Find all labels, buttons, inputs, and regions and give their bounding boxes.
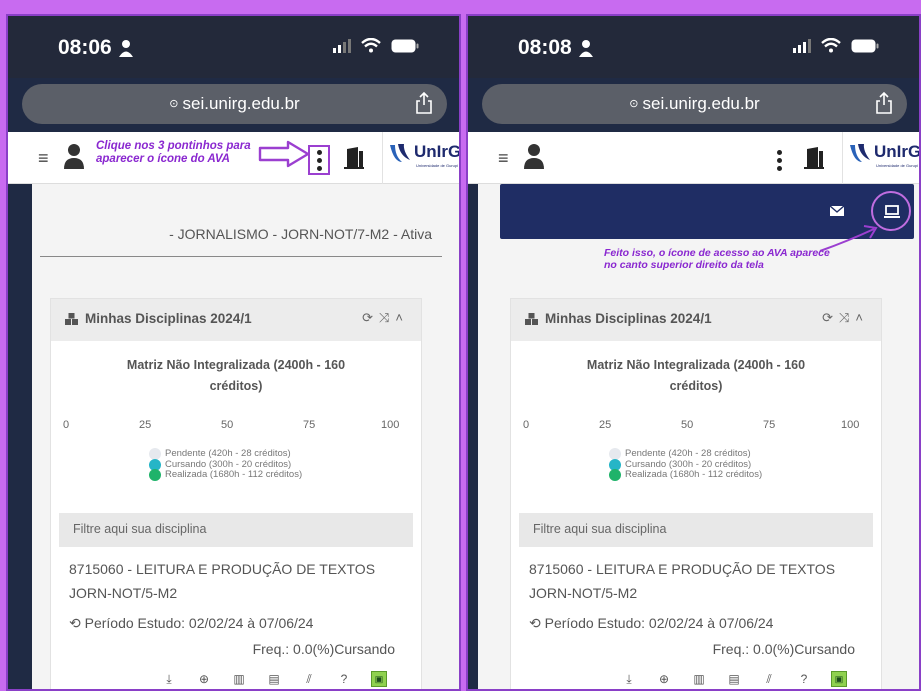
refresh-icon[interactable]: ⟳ xyxy=(362,310,379,325)
more-options-icon[interactable] xyxy=(308,145,330,175)
refresh-icon[interactable]: ⟳ xyxy=(822,310,839,325)
rss-icon[interactable]: ⫽ xyxy=(301,671,317,687)
rss-icon[interactable]: ⫽ xyxy=(761,671,777,687)
periodo-estudo: ⟲ Período Estudo: 02/02/24 à 07/06/24 xyxy=(69,615,314,631)
history-icon: ⟲ xyxy=(69,615,85,631)
frequencia: Freq.: 0.0(%)Cursando xyxy=(712,641,855,657)
user-icon[interactable] xyxy=(63,143,85,169)
history-icon: ⟲ xyxy=(529,615,545,631)
disciplinas-card: Minhas Disciplinas 2024/1 ⟳⤨˄ Matriz Não… xyxy=(510,298,882,689)
help-icon[interactable]: ? xyxy=(796,671,812,687)
book-icon[interactable]: ▥ xyxy=(231,671,247,687)
frequencia: Freq.: 0.0(%)Cursando xyxy=(252,641,395,657)
collapse-icon[interactable]: ˄ xyxy=(395,310,409,325)
more-options-icon[interactable] xyxy=(768,145,790,175)
unirg-logo-mark xyxy=(850,144,870,162)
disciplina-actions: ⤓ ⊕ ▥ ▤ ⫽ ? ▣ xyxy=(621,671,847,687)
laptop-ava-icon[interactable] xyxy=(884,205,900,219)
url-text: sei.unirg.edu.br xyxy=(182,94,300,113)
person-status-icon xyxy=(579,40,593,57)
address-bar[interactable]: ⊙ sei.unirg.edu.br xyxy=(22,84,447,124)
unirg-logo-mark xyxy=(390,144,410,162)
disciplina-actions: ⤓ ⊕ ▥ ▤ ⫽ ? ▣ xyxy=(161,671,387,687)
legend-item-realizada: Realizada (1680h - 112 créditos) xyxy=(149,469,302,481)
share-icon[interactable] xyxy=(875,92,893,114)
url-text: sei.unirg.edu.br xyxy=(642,94,760,113)
exit-door-icon[interactable] xyxy=(803,146,825,170)
boxes-icon xyxy=(525,313,538,325)
course-info: - JORNALISMO - JORN-NOT/7-M2 - Ativa xyxy=(169,226,432,242)
instruction-callout: Feito isso, o ícone de acesso ao AVA apa… xyxy=(604,247,830,271)
matrix-title: Matriz Não Integralizada (2400h - 160 cr… xyxy=(586,358,806,393)
signal-icon xyxy=(793,38,811,53)
compress-icon[interactable]: ⤨ xyxy=(379,310,395,325)
status-time: 08:08 xyxy=(518,36,572,59)
exit-door-icon[interactable] xyxy=(343,146,365,170)
disciplina-title: 8715060 - LEITURA E PRODUÇÃO DE TEXTOS J… xyxy=(69,561,376,601)
download-icon[interactable]: ⤓ xyxy=(621,671,637,687)
help-icon[interactable]: ? xyxy=(336,671,352,687)
unirg-logo: UnIrG Universidade de Gurupi xyxy=(388,140,459,178)
chart-legend: Pendente (420h - 28 créditos) Cursando (… xyxy=(609,448,762,481)
person-status-icon xyxy=(119,40,133,57)
share-icon[interactable] xyxy=(415,92,433,114)
user-icon[interactable] xyxy=(523,143,545,169)
compress-icon[interactable]: ⤨ xyxy=(839,310,855,325)
ava-board-icon[interactable]: ▣ xyxy=(371,671,387,687)
document-icon[interactable]: ▤ xyxy=(266,671,282,687)
signal-icon xyxy=(333,38,351,53)
matrix-title: Matriz Não Integralizada (2400h - 160 cr… xyxy=(126,358,346,393)
globe-icon[interactable]: ⊕ xyxy=(656,671,672,687)
status-bar: 08:06 xyxy=(8,16,459,78)
battery-icon xyxy=(851,39,879,52)
book-icon[interactable]: ▥ xyxy=(691,671,707,687)
arrow-right-icon xyxy=(258,140,310,168)
phone-screenshot-left: 08:06 ⊙ sei.unirg.edu.br ≡ UnIrG Universi… xyxy=(6,14,461,691)
download-icon[interactable]: ⤓ xyxy=(161,671,177,687)
divider xyxy=(40,256,442,257)
status-bar: 08:08 xyxy=(468,16,919,78)
lock-icon: ⊙ xyxy=(629,98,639,110)
filter-input[interactable]: Filtre aqui sua disciplina xyxy=(59,513,413,547)
card-header: Minhas Disciplinas 2024/1 ⟳⤨˄ xyxy=(51,299,421,341)
disciplina-title: 8715060 - LEITURA E PRODUÇÃO DE TEXTOS J… xyxy=(529,561,836,601)
status-time: 08:06 xyxy=(58,36,112,59)
battery-icon xyxy=(391,39,419,52)
filter-input[interactable]: Filtre aqui sua disciplina xyxy=(519,513,873,547)
ava-board-icon[interactable]: ▣ xyxy=(831,671,847,687)
menu-icon[interactable]: ≡ xyxy=(38,148,49,169)
menu-icon[interactable]: ≡ xyxy=(498,148,509,169)
phone-screenshot-right: 08:08 ⊙ sei.unirg.edu.br ≡ UnIrG Universi… xyxy=(466,14,921,691)
boxes-icon xyxy=(65,313,78,325)
disciplinas-card: Minhas Disciplinas 2024/1 ⟳⤨˄ Matriz Não… xyxy=(50,298,422,689)
address-bar[interactable]: ⊙ sei.unirg.edu.br xyxy=(482,84,907,124)
unirg-logo: UnIrG Universidade de Gurupi xyxy=(848,140,919,178)
document-icon[interactable]: ▤ xyxy=(726,671,742,687)
mail-icon[interactable] xyxy=(830,206,844,216)
app-header: ≡ UnIrG Universidade de Gurupi xyxy=(468,132,919,184)
collapse-icon[interactable]: ˄ xyxy=(855,310,869,325)
wifi-icon xyxy=(361,38,381,53)
card-title: Minhas Disciplinas 2024/1 xyxy=(85,311,252,326)
lock-icon: ⊙ xyxy=(169,98,179,110)
periodo-estudo: ⟲ Período Estudo: 02/02/24 à 07/06/24 xyxy=(529,615,774,631)
chart-legend: Pendente (420h - 28 créditos) Cursando (… xyxy=(149,448,302,481)
card-title: Minhas Disciplinas 2024/1 xyxy=(545,311,712,326)
wifi-icon xyxy=(821,38,841,53)
globe-icon[interactable]: ⊕ xyxy=(196,671,212,687)
main-content: - JORNALISMO - JORN-NOT/7-M2 - Ativa Min… xyxy=(32,184,459,689)
legend-item-realizada: Realizada (1680h - 112 créditos) xyxy=(609,469,762,481)
card-header: Minhas Disciplinas 2024/1 ⟳⤨˄ xyxy=(511,299,881,341)
